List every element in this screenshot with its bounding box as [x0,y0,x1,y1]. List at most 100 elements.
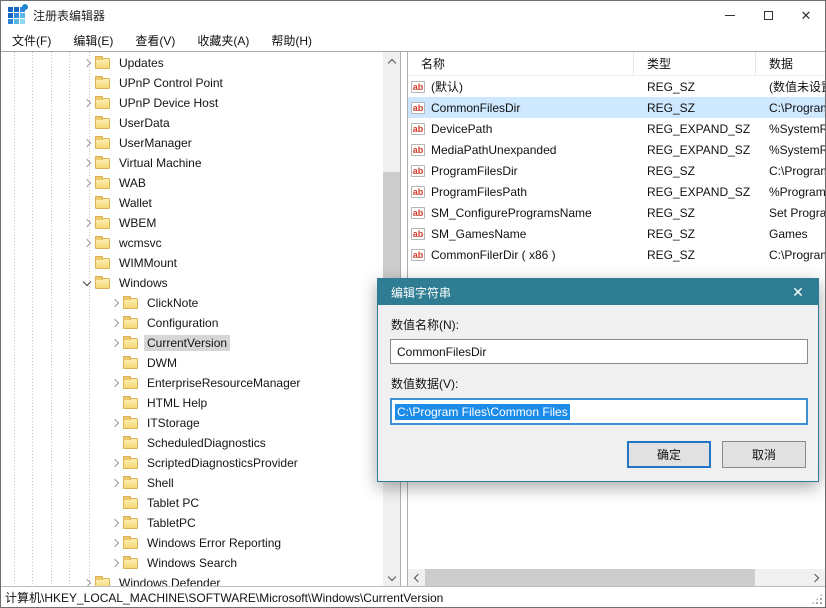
table-row[interactable]: ab CommonFilesDir REG_SZ C:\Program [408,97,825,118]
tree-item[interactable]: WAB [1,173,383,193]
tree-item[interactable]: UPnP Control Point [1,73,383,93]
tree-item[interactable]: Configuration [1,313,383,333]
table-row[interactable]: ab (默认) REG_SZ (数值未设置) [408,76,825,97]
scroll-up-icon[interactable] [383,52,400,69]
chevron-icon[interactable] [79,275,95,291]
tree-item-label: Shell [144,475,177,491]
chevron-icon[interactable] [79,135,95,151]
tree-item[interactable]: UserData [1,113,383,133]
scroll-left-icon[interactable] [408,569,425,586]
folder-icon [123,418,138,429]
resize-grip-icon[interactable] [811,593,823,605]
chevron-icon[interactable] [79,155,95,171]
menu-favorites[interactable]: 收藏夹(A) [194,30,252,51]
table-row[interactable]: ab MediaPathUnexpanded REG_EXPAND_SZ %Sy… [408,139,825,160]
menu-view[interactable]: 查看(V) [132,30,178,51]
folder-icon [95,138,110,149]
chevron-icon[interactable] [107,315,123,331]
chevron-icon[interactable] [107,355,123,371]
tree-item-label: DWM [144,355,180,371]
tree-item[interactable]: Virtual Machine [1,153,383,173]
table-row[interactable]: ab SM_GamesName REG_SZ Games [408,223,825,244]
chevron-icon[interactable] [107,295,123,311]
dialog-title: 编辑字符串 [391,284,451,301]
tree-item[interactable]: ScriptedDiagnosticsProvider [1,453,383,473]
cancel-button[interactable]: 取消 [722,441,806,468]
close-button[interactable]: ✕ [787,1,825,29]
column-header-data[interactable]: 数据 [756,52,825,75]
value-name-input[interactable] [390,339,808,364]
maximize-button[interactable] [749,1,787,29]
column-header-name[interactable]: 名称 [408,52,634,75]
chevron-icon[interactable] [79,115,95,131]
tree-item[interactable]: Updates [1,53,383,73]
chevron-icon[interactable] [107,375,123,391]
dialog-close-button[interactable]: ✕ [778,279,818,305]
tree-item[interactable]: CurrentVersion [1,333,383,353]
table-row[interactable]: ab DevicePath REG_EXPAND_SZ %SystemRo [408,118,825,139]
tree-item[interactable]: ClickNote [1,293,383,313]
chevron-icon[interactable] [107,495,123,511]
scroll-down-icon[interactable] [383,569,400,586]
tree-item[interactable]: ITStorage [1,413,383,433]
tree-item[interactable]: wcmsvc [1,233,383,253]
chevron-icon[interactable] [107,335,123,351]
table-row[interactable]: ab CommonFilerDir ( x86 ) REG_SZ C:\Prog… [408,244,825,265]
value-name-cell: ab SM_ConfigureProgramsName [408,206,634,220]
menu-help[interactable]: 帮助(H) [268,30,315,51]
value-data-input[interactable]: C:\Program Files\Common Files [390,398,808,425]
menu-edit[interactable]: 编辑(E) [70,30,116,51]
chevron-icon[interactable] [79,575,95,586]
table-row[interactable]: ab SM_ConfigureProgramsName REG_SZ Set P… [408,202,825,223]
tree-item[interactable]: ScheduledDiagnostics [1,433,383,453]
scrollbar-thumb[interactable] [425,569,755,586]
tree-item[interactable]: Windows Defender [1,573,383,586]
value-data: Set Progra [756,206,825,220]
chevron-icon[interactable] [107,415,123,431]
chevron-icon[interactable] [79,175,95,191]
folder-icon [123,538,138,549]
menu-file[interactable]: 文件(F) [9,30,54,51]
chevron-icon[interactable] [107,475,123,491]
value-name-cell: ab ProgramFilesDir [408,164,634,178]
dialog-buttons: 确定 取消 [627,441,806,468]
list-horizontal-scrollbar[interactable] [408,569,825,586]
chevron-icon[interactable] [79,235,95,251]
tree-item[interactable]: WIMMount [1,253,383,273]
tree-item[interactable]: UPnP Device Host [1,93,383,113]
tree-item[interactable]: DWM [1,353,383,373]
chevron-icon[interactable] [79,75,95,91]
chevron-icon[interactable] [79,255,95,271]
chevron-icon[interactable] [107,435,123,451]
chevron-icon[interactable] [107,555,123,571]
tree-item[interactable]: UserManager [1,133,383,153]
chevron-icon[interactable] [107,515,123,531]
folder-icon [123,458,138,469]
scroll-right-icon[interactable] [808,569,825,586]
table-row[interactable]: ab ProgramFilesDir REG_SZ C:\Program [408,160,825,181]
tree-item[interactable]: HTML Help [1,393,383,413]
tree-item[interactable]: Wallet [1,193,383,213]
tree-item-label: wcmsvc [116,235,165,251]
chevron-icon[interactable] [107,395,123,411]
tree-item[interactable]: TabletPC [1,513,383,533]
column-header-type[interactable]: 类型 [634,52,756,75]
chevron-icon[interactable] [107,455,123,471]
tree-item[interactable]: Windows Error Reporting [1,533,383,553]
chevron-icon[interactable] [79,215,95,231]
tree-item[interactable]: Tablet PC [1,493,383,513]
string-value-icon: ab [411,228,425,240]
tree-item[interactable]: Windows [1,273,383,293]
ok-button[interactable]: 确定 [627,441,711,468]
chevron-icon[interactable] [107,535,123,551]
minimize-button[interactable] [711,1,749,29]
chevron-icon[interactable] [79,55,95,71]
tree-item[interactable]: Windows Search [1,553,383,573]
value-name: (默认) [431,78,463,95]
tree-item[interactable]: Shell [1,473,383,493]
tree-item[interactable]: EnterpriseResourceManager [1,373,383,393]
chevron-icon[interactable] [79,95,95,111]
chevron-icon[interactable] [79,195,95,211]
table-row[interactable]: ab ProgramFilesPath REG_EXPAND_SZ %Progr… [408,181,825,202]
tree-item[interactable]: WBEM [1,213,383,233]
